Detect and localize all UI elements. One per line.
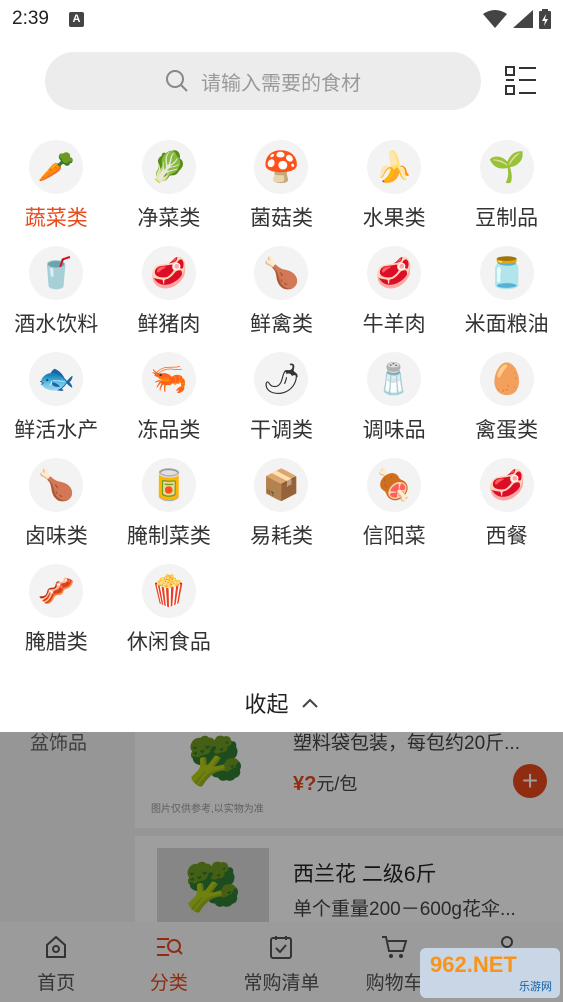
- egg-icon: 🥚: [479, 352, 534, 406]
- category-item[interactable]: 🍄 菌菇类: [225, 136, 338, 236]
- vegetable-icon: 🥕: [29, 140, 84, 194]
- steak-icon: 🥩: [479, 458, 534, 512]
- category-label: 鲜猪肉: [137, 313, 201, 336]
- category-item[interactable]: 🥩 鲜猪肉: [113, 242, 226, 342]
- category-label: 鲜禽类: [249, 313, 313, 336]
- signal-icon: [513, 10, 533, 28]
- category-label: 蔬菜类: [24, 207, 88, 230]
- status-time: 2:39: [12, 8, 49, 29]
- category-label: 干调类: [249, 419, 313, 442]
- category-label: 鲜活水产: [14, 419, 99, 442]
- category-item[interactable]: 🍌 水果类: [338, 136, 451, 236]
- chicken-icon: 🍗: [254, 246, 309, 300]
- search-placeholder: 请输入需要的食材: [201, 72, 361, 95]
- category-item[interactable]: 🍗 鲜禽类: [225, 242, 338, 342]
- shrimp-icon: 🦐: [141, 352, 196, 406]
- pork-icon: 🥩: [141, 246, 196, 300]
- category-label: 腌腊类: [24, 631, 88, 654]
- category-label: 水果类: [362, 207, 426, 230]
- wifi-icon: [483, 10, 507, 28]
- category-item[interactable]: 🍗 卤味类: [0, 454, 113, 554]
- category-item[interactable]: 🥫 腌制菜类: [113, 454, 226, 554]
- seasoning-icon: 🧂: [367, 352, 422, 406]
- category-label: 牛羊肉: [362, 313, 426, 336]
- watermark-line1: 962.NET: [430, 952, 517, 977]
- category-item[interactable]: 🌶 干调类: [225, 348, 338, 448]
- braised-meat-icon: 🍗: [29, 458, 84, 512]
- category-item[interactable]: 🥕 蔬菜类: [0, 136, 113, 236]
- cured-meat-icon: 🥓: [29, 564, 84, 618]
- category-item[interactable]: 🥓 腌腊类: [0, 560, 113, 660]
- category-label: 禽蛋类: [475, 419, 539, 442]
- cola-icon: 🥤: [29, 246, 84, 300]
- list-view-icon[interactable]: [504, 64, 538, 98]
- category-label: 腌制菜类: [126, 525, 211, 548]
- search-bar[interactable]: 请输入需要的食材: [45, 52, 481, 110]
- category-item[interactable]: 🌱 豆制品: [450, 136, 563, 236]
- category-item[interactable]: 🍖 信阳菜: [338, 454, 451, 554]
- category-label: 卤味类: [24, 525, 88, 548]
- oil-icon: 🫙: [479, 246, 534, 300]
- search-icon: [166, 70, 188, 92]
- mushroom-icon: 🍄: [254, 140, 309, 194]
- category-label: 信阳菜: [362, 525, 426, 548]
- status-bar: 2:39 A: [0, 0, 563, 38]
- xinyang-dish-icon: 🍖: [367, 458, 422, 512]
- category-item[interactable]: 🥤 酒水饮料: [0, 242, 113, 342]
- fruit-icon: 🍌: [367, 140, 422, 194]
- category-item[interactable]: 🐟 鲜活水产: [0, 348, 113, 448]
- category-label: 易耗类: [249, 525, 313, 548]
- category-item[interactable]: 🫙 米面粮油: [450, 242, 563, 342]
- category-item[interactable]: 🥚 禽蛋类: [450, 348, 563, 448]
- bean-sprout-icon: 🌱: [479, 140, 534, 194]
- collapse-button[interactable]: 收起: [0, 678, 563, 728]
- category-item[interactable]: 🧂 调味品: [338, 348, 451, 448]
- snack-icon: 🍿: [141, 564, 196, 618]
- category-item[interactable]: 🥬 净菜类: [113, 136, 226, 236]
- watermark-line2: 乐游网: [519, 981, 552, 993]
- category-label: 豆制品: [475, 207, 539, 230]
- beef-icon: 🥩: [367, 246, 422, 300]
- fish-icon: 🐟: [29, 352, 84, 406]
- category-label: 净菜类: [137, 207, 201, 230]
- notification-a-icon: A: [68, 11, 84, 27]
- consumables-icon: 📦: [254, 458, 309, 512]
- category-item[interactable]: 🥩 西餐: [450, 454, 563, 554]
- category-label: 西餐: [485, 525, 528, 548]
- chili-icon: 🌶: [254, 352, 309, 406]
- category-label: 冻品类: [137, 419, 201, 442]
- category-item[interactable]: 🍿 休闲食品: [113, 560, 226, 660]
- pickle-icon: 🥫: [141, 458, 196, 512]
- chevron-up-icon: [301, 698, 318, 708]
- category-grid: 🥕 蔬菜类 🥬 净菜类 🍄 菌菇类 🍌 水果类 🌱 豆制品 🥤 酒水饮料 🥩 鲜猪肉 🍗 鲜禽类 🥩 牛羊肉 🫙 米面…: [0, 136, 563, 660]
- category-item[interactable]: 🦐 冻品类: [113, 348, 226, 448]
- category-item[interactable]: 📦 易耗类: [225, 454, 338, 554]
- category-label: 酒水饮料: [14, 313, 99, 336]
- category-item[interactable]: 🥩 牛羊肉: [338, 242, 451, 342]
- category-label: 调味品: [362, 419, 426, 442]
- cabbage-icon: 🥬: [141, 140, 196, 194]
- status-icons: [483, 9, 551, 29]
- battery-icon: [539, 9, 551, 29]
- collapse-label: 收起: [244, 692, 289, 717]
- category-label: 休闲食品: [126, 631, 211, 654]
- category-label: 菌菇类: [249, 207, 313, 230]
- watermark-logo: 962.NET 乐游网: [420, 948, 560, 998]
- category-label: 米面粮油: [464, 313, 549, 336]
